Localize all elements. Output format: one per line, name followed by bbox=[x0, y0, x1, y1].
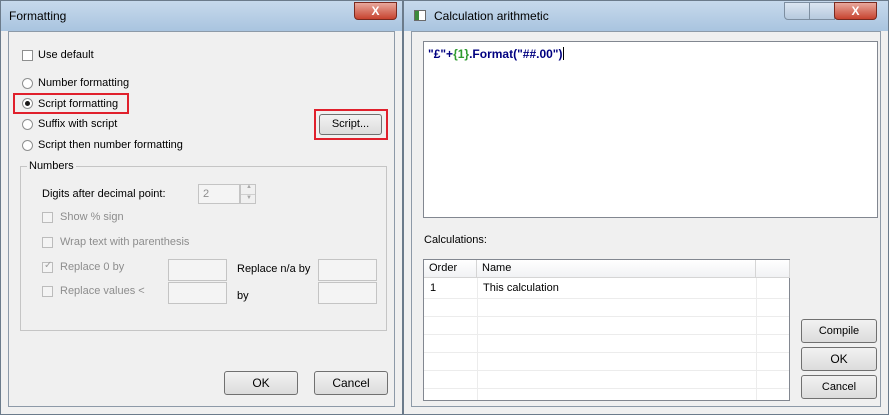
wrap-parenthesis-label: Wrap text with parenthesis bbox=[60, 236, 190, 248]
calc-cancel-button[interactable]: Cancel bbox=[801, 375, 877, 399]
calc-minimize-button[interactable] bbox=[784, 2, 810, 20]
script-code: "£"+{1}.Format("##.00") bbox=[428, 47, 564, 61]
spin-up-icon[interactable]: ▲ bbox=[246, 184, 252, 190]
row-order: 1 bbox=[430, 282, 437, 294]
code-method: .Format bbox=[469, 47, 514, 61]
replace-values-input[interactable] bbox=[168, 282, 227, 304]
number-formatting-label: Number formatting bbox=[38, 77, 130, 89]
calc-window-icon bbox=[414, 10, 426, 21]
column-header-name[interactable]: Name bbox=[477, 260, 756, 278]
formatting-titlebar[interactable]: Formatting X bbox=[1, 1, 402, 31]
spin-down-icon[interactable]: ▼ bbox=[246, 195, 252, 201]
calculations-label: Calculations: bbox=[424, 234, 487, 246]
by-label: by bbox=[237, 290, 249, 302]
replace-values-checkbox[interactable] bbox=[42, 286, 53, 297]
show-percent-label: Show % sign bbox=[60, 211, 124, 223]
calc-close-button[interactable]: X bbox=[834, 2, 877, 20]
number-formatting-radio[interactable] bbox=[22, 78, 33, 89]
script-then-number-label: Script then number formatting bbox=[38, 139, 183, 151]
replace-zero-label: Replace 0 by bbox=[60, 261, 125, 273]
row-divider bbox=[424, 370, 789, 371]
calculations-table[interactable]: Order Name 1 This calculation bbox=[423, 259, 790, 401]
digits-label: Digits after decimal point: bbox=[42, 188, 166, 200]
row-divider bbox=[424, 298, 789, 299]
use-default-checkbox[interactable] bbox=[22, 50, 33, 61]
digits-input[interactable]: 2 bbox=[198, 184, 240, 204]
table-row[interactable]: 1 This calculation bbox=[424, 279, 789, 298]
formatting-cancel-button[interactable]: Cancel bbox=[314, 371, 388, 395]
formatting-close-button[interactable]: X bbox=[354, 2, 397, 20]
digits-spinner[interactable]: ▲ ▼ bbox=[240, 184, 256, 204]
show-percent-checkbox[interactable] bbox=[42, 212, 53, 223]
column-header-empty[interactable] bbox=[756, 260, 790, 278]
code-string: "£"+ bbox=[428, 47, 454, 61]
replace-na-input[interactable] bbox=[318, 259, 377, 281]
calc-window: Calculation arithmetic X "£"+{1}.Format(… bbox=[403, 0, 889, 415]
script-editor[interactable]: "£"+{1}.Format("##.00") bbox=[423, 41, 878, 218]
row-divider bbox=[424, 388, 789, 389]
code-args: ("##.00") bbox=[513, 47, 563, 61]
calc-titlebar[interactable]: Calculation arithmetic X bbox=[404, 1, 888, 31]
replace-zero-checkbox[interactable] bbox=[42, 260, 53, 273]
text-cursor bbox=[562, 47, 564, 60]
wrap-parenthesis-checkbox[interactable] bbox=[42, 237, 53, 248]
digits-value: 2 bbox=[203, 188, 210, 200]
formatting-window: Formatting X Use default Number formatti… bbox=[0, 0, 403, 415]
script-then-number-radio[interactable] bbox=[22, 140, 33, 151]
formatting-title: Formatting bbox=[9, 9, 67, 23]
suffix-with-script-label: Suffix with script bbox=[38, 118, 118, 130]
row-divider bbox=[424, 352, 789, 353]
replace-zero-input[interactable] bbox=[168, 259, 227, 281]
row-divider bbox=[424, 334, 789, 335]
script-button-highlight bbox=[314, 109, 388, 140]
compile-button[interactable]: Compile bbox=[801, 319, 877, 343]
formatting-ok-button[interactable]: OK bbox=[224, 371, 298, 395]
calc-title: Calculation arithmetic bbox=[434, 9, 549, 23]
suffix-with-script-radio[interactable] bbox=[22, 119, 33, 130]
calc-maximize-button[interactable] bbox=[809, 2, 835, 20]
numbers-group-title: Numbers bbox=[27, 160, 76, 172]
script-formatting-highlight bbox=[13, 93, 129, 114]
replace-na-label: Replace n/a by bbox=[237, 263, 311, 275]
code-variable: {1} bbox=[453, 47, 470, 61]
use-default-label: Use default bbox=[38, 49, 94, 61]
row-divider bbox=[424, 316, 789, 317]
column-header-order[interactable]: Order bbox=[424, 260, 477, 278]
calc-ok-button[interactable]: OK bbox=[801, 347, 877, 371]
row-name: This calculation bbox=[483, 282, 559, 294]
replace-values-label: Replace values < bbox=[60, 285, 145, 297]
replace-values-by-input[interactable] bbox=[318, 282, 377, 304]
